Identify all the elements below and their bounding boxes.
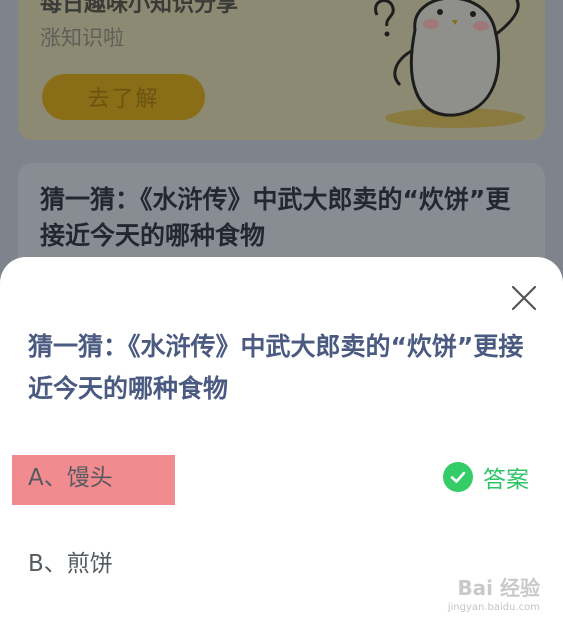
option-a-label: A、馒头 bbox=[28, 465, 113, 491]
check-circle-icon bbox=[443, 462, 473, 492]
watermark-brand: Bai 经验 bbox=[457, 576, 540, 600]
option-b-label: B、煎饼 bbox=[28, 551, 113, 577]
answer-indicator: 答案 bbox=[443, 460, 529, 494]
quiz-card-title: 猜一猜：《水浒传》中武大郎卖的“炊饼”更接近今天的哪种食物 bbox=[40, 185, 511, 250]
close-icon[interactable] bbox=[510, 284, 538, 312]
knowledge-card-subtitle: 涨知识啦 bbox=[40, 26, 124, 50]
watermark-url: jingyan.baidu.com bbox=[447, 602, 540, 613]
question-text: 猜一猜：《水浒传》中武大郎卖的“炊饼”更接近今天的哪种食物 bbox=[28, 332, 524, 403]
learn-more-button[interactable]: 去了解 bbox=[42, 74, 205, 120]
mascot-illustration bbox=[374, 0, 525, 128]
answer-label: 答案 bbox=[483, 467, 529, 493]
knowledge-card-title: 每日趣味小知识分享 bbox=[40, 0, 239, 17]
watermark: Bai 经验 jingyan.baidu.com bbox=[430, 572, 540, 622]
